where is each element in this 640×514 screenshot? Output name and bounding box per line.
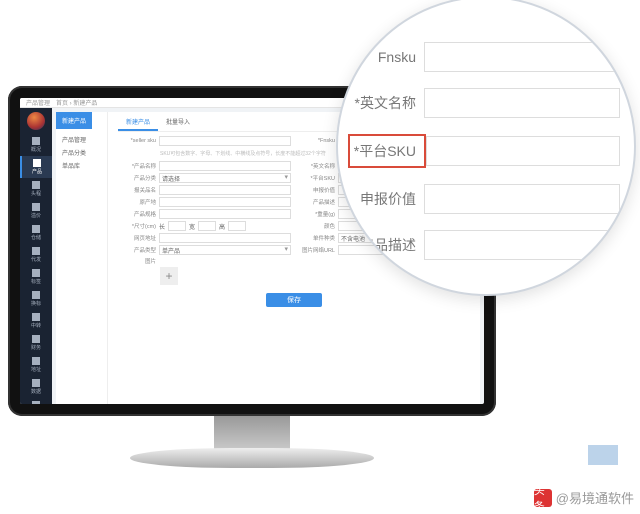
mag-platform-sku-input[interactable] (426, 136, 620, 166)
sidebar-item-transfer[interactable]: 中转 (20, 310, 52, 332)
save-button[interactable]: 保存 (266, 293, 322, 307)
label-icon (32, 269, 40, 277)
label-spec: 产品规格 (118, 210, 156, 218)
box-icon (33, 159, 41, 167)
sidebar-item-address[interactable]: 地址 (20, 354, 52, 376)
size-inputs: 长 宽 高 (159, 221, 246, 231)
label-img-url: 图片网络URL (297, 246, 335, 254)
toutiao-icon: 头条 (534, 489, 552, 507)
magnifier: Fnsku *英文名称 *平台SKU 申报价值 产品描述 (336, 0, 636, 296)
sidebar-item-finance[interactable]: 财务 (20, 332, 52, 354)
label-category: 产品分类 (118, 174, 156, 182)
label-kind: 单件种类 (297, 234, 335, 242)
declare-name-input[interactable] (159, 185, 291, 195)
label-img: 图片 (118, 257, 156, 265)
label-declare-value: 申报价值 (297, 186, 335, 194)
left-tabs: 新建产品 (56, 112, 107, 129)
tag-icon (32, 203, 40, 211)
left-menu: 产品管理 产品分类 单品库 (56, 129, 107, 176)
menu-item-single[interactable]: 单品库 (62, 159, 101, 172)
mag-label-en-name: *英文名称 (348, 93, 424, 113)
menu-item-category[interactable]: 产品分类 (62, 146, 101, 159)
label-seller-sku: *seller sku (118, 138, 156, 144)
blue-box (588, 445, 618, 465)
left-column: 新建产品 产品管理 产品分类 单品库 (56, 112, 108, 404)
width-input[interactable] (198, 221, 216, 231)
url-input[interactable] (159, 233, 291, 243)
truck-icon (32, 181, 40, 189)
gear-icon (32, 401, 40, 404)
yen-icon (32, 335, 40, 343)
sidebar-item-relabel[interactable]: 换标 (20, 288, 52, 310)
seller-sku-input[interactable] (159, 136, 291, 146)
topbar-title: 产品管理 (26, 98, 50, 107)
warehouse-icon (32, 225, 40, 233)
spec-input[interactable] (159, 209, 291, 219)
tab-batch[interactable]: 批量导入 (158, 114, 198, 131)
mag-label-platform-sku: *平台SKU (348, 134, 426, 168)
magnifier-content: Fnsku *英文名称 *平台SKU 申报价值 产品描述 (338, 0, 634, 286)
sidebar-item-firstmile[interactable]: 头程 (20, 178, 52, 200)
label-fnsku: *Fnsku (297, 138, 335, 144)
mag-desc-input[interactable] (424, 230, 620, 260)
add-image-button[interactable]: + (160, 267, 178, 285)
height-input[interactable] (228, 221, 246, 231)
label-size: *尺寸(cm) (118, 222, 156, 230)
sidebar-item-product[interactable]: 产品 (20, 156, 52, 178)
monitor-stand-base (130, 448, 374, 468)
avatar[interactable] (27, 112, 45, 130)
menu-item-manage[interactable]: 产品管理 (62, 133, 101, 146)
sidebar-item-storage[interactable]: 仓储 (20, 222, 52, 244)
chart-icon (32, 379, 40, 387)
label-type: 产品类型 (118, 246, 156, 254)
label-declare-name: 报关品名 (118, 186, 156, 194)
sidebar-item-settings[interactable]: 设置 (20, 398, 52, 404)
swap-icon (32, 291, 40, 299)
mag-en-name-input[interactable] (424, 88, 620, 118)
label-weight: *重量(g) (297, 210, 335, 218)
label-desc: 产品描述 (297, 198, 335, 206)
mag-label-declare-value: 申报价值 (348, 189, 424, 209)
tab-new[interactable]: 新建产品 (118, 114, 158, 131)
mag-fnsku-input[interactable] (424, 42, 620, 72)
mag-label-fnsku: Fnsku (348, 49, 424, 65)
arrows-icon (32, 313, 40, 321)
length-input[interactable] (168, 221, 186, 231)
mag-declare-value-input[interactable] (424, 184, 620, 214)
watermark-user: @易境通软件 (556, 488, 634, 507)
watermark: 头条 @易境通软件 (534, 488, 634, 507)
pin-icon (32, 357, 40, 365)
sidebar-item-dropship[interactable]: 代发 (20, 244, 52, 266)
sidebar-item-premium[interactable]: 溢价 (20, 200, 52, 222)
send-icon (32, 247, 40, 255)
label-en-name: *英文名称 (297, 162, 335, 170)
type-select[interactable]: 单产品 (159, 245, 291, 255)
label-url: 网页地址 (118, 234, 156, 242)
monitor-stand-neck (214, 416, 290, 452)
sidebar-item-data[interactable]: 数据 (20, 376, 52, 398)
origin-input[interactable] (159, 197, 291, 207)
label-color: 颜色 (297, 222, 335, 230)
home-icon (32, 137, 40, 145)
category-select[interactable]: 请选择 (159, 173, 291, 183)
topbar-path: 首页 › 新建产品 (56, 98, 97, 107)
label-name: *产品名称 (118, 162, 156, 170)
label-platform-sku: *平台SKU (297, 174, 335, 182)
sidebar-item-label[interactable]: 标签 (20, 266, 52, 288)
name-input[interactable] (159, 161, 291, 171)
label-origin: 原产地 (118, 198, 156, 206)
sidebar-item-overview[interactable]: 概况 (20, 134, 52, 156)
sidebar: 概况 产品 头程 溢价 仓储 代发 标签 换标 中转 财务 地址 数据 设置 (20, 108, 52, 404)
tab-new-product[interactable]: 新建产品 (56, 112, 92, 129)
